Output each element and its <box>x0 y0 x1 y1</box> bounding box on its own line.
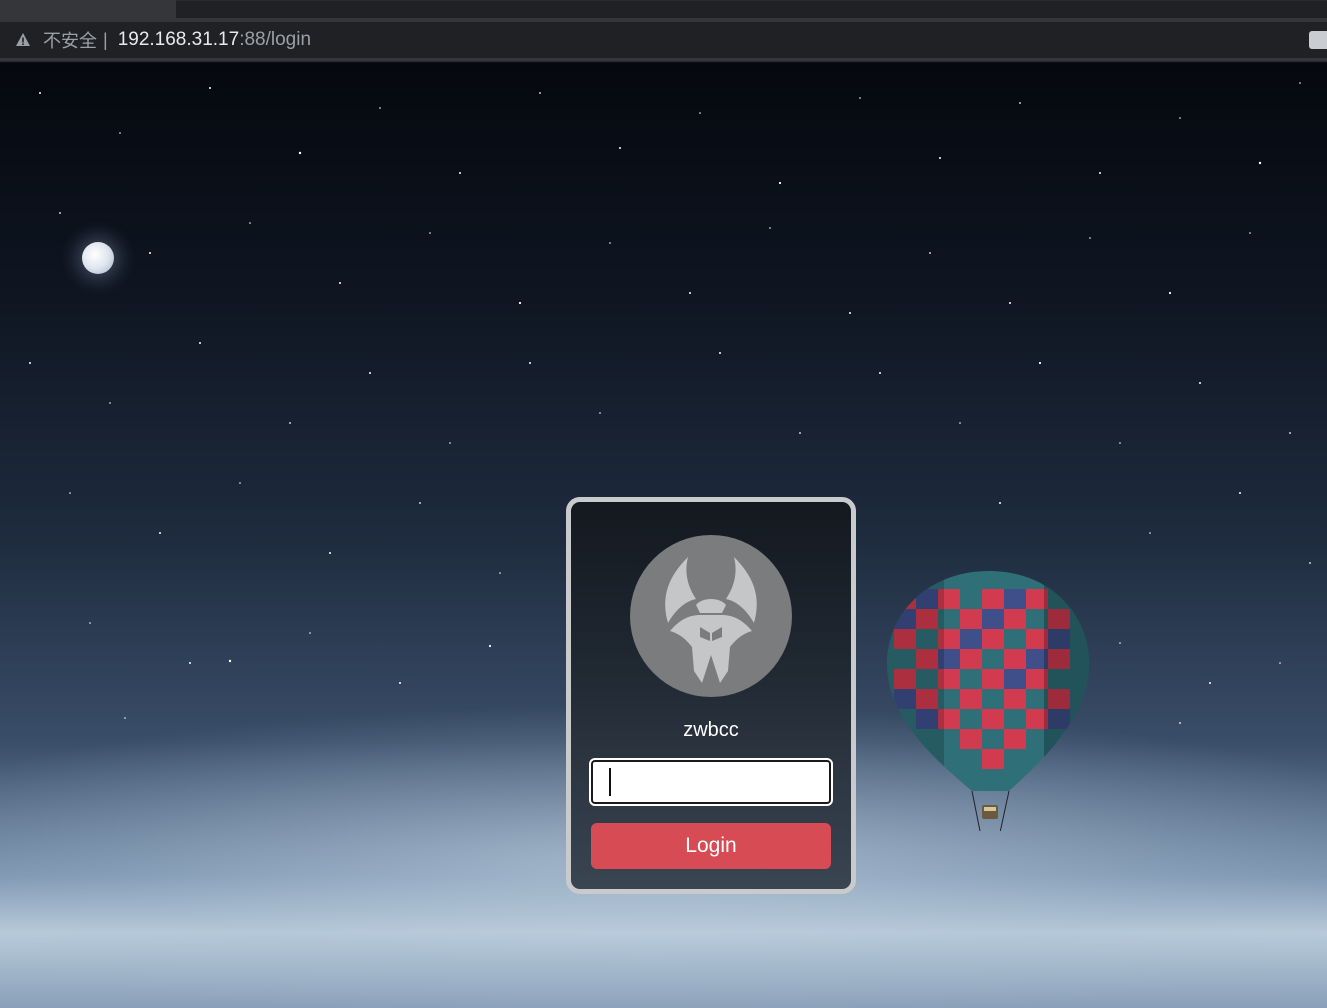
active-tab[interactable] <box>176 0 1327 18</box>
tab-strip <box>0 0 1327 18</box>
inactive-tab[interactable] <box>0 0 176 18</box>
moon <box>82 242 114 274</box>
omnibox[interactable]: 不安全 | 192.168.31.17:88/login <box>0 22 1327 58</box>
url-path: :88/login <box>239 29 312 50</box>
warning-icon[interactable] <box>15 32 31 48</box>
hot-air-balloon <box>886 571 1090 831</box>
login-button[interactable]: Login <box>591 823 831 869</box>
url-host: 192.168.31.17 <box>117 29 240 50</box>
url-text[interactable]: 192.168.31.17:88/login <box>118 29 311 51</box>
text-caret <box>609 768 611 796</box>
separator: | <box>103 29 108 50</box>
not-secure-label[interactable]: 不安全 <box>43 27 97 53</box>
helmet-emblem-icon <box>665 557 757 683</box>
translate-icon[interactable] <box>1309 31 1327 49</box>
username-label: zwbcc <box>683 719 739 741</box>
address-bar: 不安全 | 192.168.31.17:88/login <box>0 18 1327 62</box>
avatar <box>630 535 792 697</box>
login-card: zwbcc Login <box>566 497 856 894</box>
password-input[interactable] <box>589 758 833 806</box>
